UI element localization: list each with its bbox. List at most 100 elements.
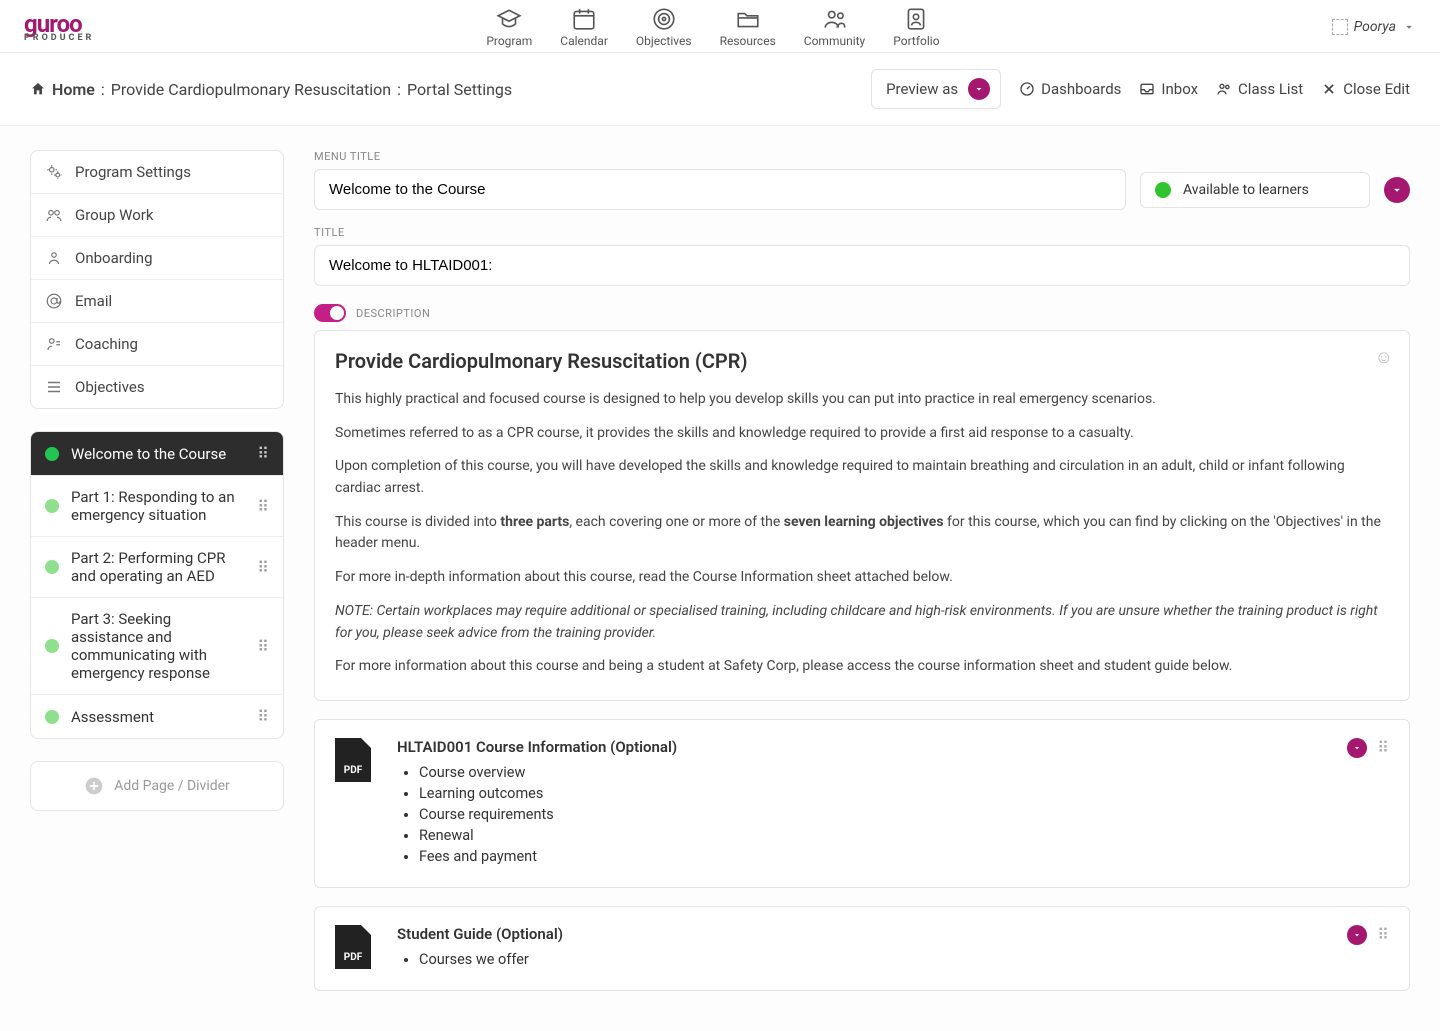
description-para: For more in-depth information about this… [335, 567, 1389, 589]
list-item: Course overview [419, 764, 677, 781]
sidebar-item-onboarding[interactable]: Onboarding [31, 237, 283, 280]
list-item: Course requirements [419, 806, 677, 823]
class-list-label: Class List [1238, 80, 1303, 98]
main-content: MENU TITLE Available to learners TITLE D… [314, 150, 1410, 991]
gears-icon [45, 163, 63, 181]
nav-program[interactable]: Program [486, 6, 532, 48]
status-dot [45, 710, 59, 724]
sidebar-item-label: Email [75, 292, 112, 310]
close-edit-button[interactable]: Close Edit [1321, 80, 1410, 98]
availability-dropdown[interactable]: Available to learners [1140, 172, 1370, 208]
drag-handle-icon[interactable]: ⠿ [257, 637, 271, 656]
people-icon [822, 6, 848, 32]
user-menu[interactable]: Poorya [1332, 19, 1416, 35]
primary-nav: Program Calendar Objectives Resources Co… [486, 6, 939, 48]
inbox-label: Inbox [1161, 80, 1198, 98]
list-item: Fees and payment [419, 848, 677, 865]
sidebar: Program Settings Group Work Onboarding E… [30, 150, 284, 991]
status-dot [45, 499, 59, 513]
description-editor[interactable]: ☺ Provide Cardiopulmonary Resuscitation … [314, 330, 1410, 701]
target-icon [651, 6, 677, 32]
class-list-link[interactable]: Class List [1216, 80, 1303, 98]
description-para: Sometimes referred to as a CPR course, i… [335, 423, 1389, 445]
description-para: This highly practical and focused course… [335, 389, 1389, 411]
page-body: Program Settings Group Work Onboarding E… [0, 126, 1440, 1031]
status-dot [45, 639, 59, 653]
brand-logo[interactable]: guroo PRODUCER [24, 12, 94, 43]
sidebar-item-program-settings[interactable]: Program Settings [31, 151, 283, 194]
home-icon[interactable] [30, 81, 46, 97]
drag-handle-icon[interactable]: ⠿ [257, 558, 271, 577]
nav-community[interactable]: Community [804, 6, 865, 48]
page-item-assessment[interactable]: Assessment ⠿ [31, 695, 283, 738]
chevron-down-icon [1352, 743, 1362, 753]
dashboards-link[interactable]: Dashboards [1019, 80, 1121, 98]
sub-header: Home : Provide Cardiopulmonary Resuscita… [0, 53, 1440, 126]
drag-handle-icon[interactable]: ⠿ [1377, 925, 1391, 944]
toolbar: Preview as Dashboards Inbox Class List C… [871, 69, 1410, 109]
preview-as-dropdown[interactable]: Preview as [871, 69, 1001, 109]
add-page-label: Add Page / Divider [114, 778, 230, 794]
description-toggle-label: DESCRIPTION [356, 307, 430, 320]
nav-community-label: Community [804, 34, 865, 48]
breadcrumb-home[interactable]: Home [52, 80, 95, 99]
breadcrumb: Home : Provide Cardiopulmonary Resuscita… [30, 80, 512, 99]
preview-as-label: Preview as [886, 80, 958, 98]
description-para: This course is divided into three parts,… [335, 512, 1389, 555]
sidebar-item-objectives[interactable]: Objectives [31, 366, 283, 408]
pdf-icon: PDF [335, 925, 371, 969]
description-heading: Provide Cardiopulmonary Resuscitation (C… [335, 349, 1389, 373]
attachment-menu-button[interactable] [1347, 925, 1367, 945]
drag-handle-icon[interactable]: ⠿ [257, 497, 271, 516]
page-item-welcome[interactable]: Welcome to the Course ⠿ [31, 432, 283, 476]
drag-handle-icon[interactable]: ⠿ [257, 707, 271, 726]
gauge-icon [1019, 81, 1035, 97]
chevron-down-icon [1352, 930, 1362, 940]
nav-objectives[interactable]: Objectives [636, 6, 692, 48]
page-item-label: Assessment [71, 708, 154, 726]
close-icon [1321, 81, 1337, 97]
nav-resources[interactable]: Resources [720, 6, 776, 48]
attachment-card: PDF Student Guide (Optional) Courses we … [314, 906, 1410, 991]
brand-name: guroo [24, 12, 82, 36]
nav-objectives-label: Objectives [636, 34, 692, 48]
description-para: Upon completion of this course, you will… [335, 456, 1389, 499]
add-page-button[interactable]: Add Page / Divider [30, 761, 284, 811]
brand-sub: PRODUCER [24, 34, 94, 43]
menu-title-input[interactable] [314, 169, 1126, 210]
nav-resources-label: Resources [720, 34, 776, 48]
nav-portfolio-label: Portfolio [893, 34, 939, 48]
page-item-part2[interactable]: Part 2: Performing CPR and operating an … [31, 537, 283, 598]
sidebar-item-email[interactable]: Email [31, 280, 283, 323]
inbox-link[interactable]: Inbox [1139, 80, 1198, 98]
sidebar-item-label: Onboarding [75, 249, 153, 267]
description-toggle[interactable] [314, 304, 346, 322]
title-input[interactable] [314, 245, 1410, 286]
plus-circle-icon [84, 776, 104, 796]
chevron-down-icon [968, 78, 990, 100]
drag-handle-icon[interactable]: ⠿ [1377, 738, 1391, 757]
nav-portfolio[interactable]: Portfolio [893, 6, 939, 48]
people-icon [1216, 81, 1232, 97]
page-item-part1[interactable]: Part 1: Responding to an emergency situa… [31, 476, 283, 537]
nav-program-label: Program [486, 34, 532, 48]
chevron-down-icon [1402, 20, 1416, 34]
nav-calendar[interactable]: Calendar [560, 6, 608, 48]
onboarding-icon [45, 249, 63, 267]
status-dot [45, 560, 59, 574]
sidebar-item-coaching[interactable]: Coaching [31, 323, 283, 366]
group-icon [45, 206, 63, 224]
page-item-label: Part 2: Performing CPR and operating an … [71, 549, 245, 585]
page-item-label: Part 3: Seeking assistance and communica… [71, 610, 245, 682]
emoji-icon[interactable]: ☺ [1375, 347, 1393, 368]
breadcrumb-course[interactable]: Provide Cardiopulmonary Resuscitation [111, 80, 391, 99]
availability-expand-button[interactable] [1384, 177, 1410, 203]
sidebar-item-group-work[interactable]: Group Work [31, 194, 283, 237]
page-item-part3[interactable]: Part 3: Seeking assistance and communica… [31, 598, 283, 695]
attachment-menu-button[interactable] [1347, 738, 1367, 758]
avatar [1332, 19, 1348, 35]
attachment-list: Courses we offer [397, 951, 563, 968]
drag-handle-icon[interactable]: ⠿ [257, 444, 271, 463]
folder-icon [735, 6, 761, 32]
sidebar-item-label: Program Settings [75, 163, 191, 181]
